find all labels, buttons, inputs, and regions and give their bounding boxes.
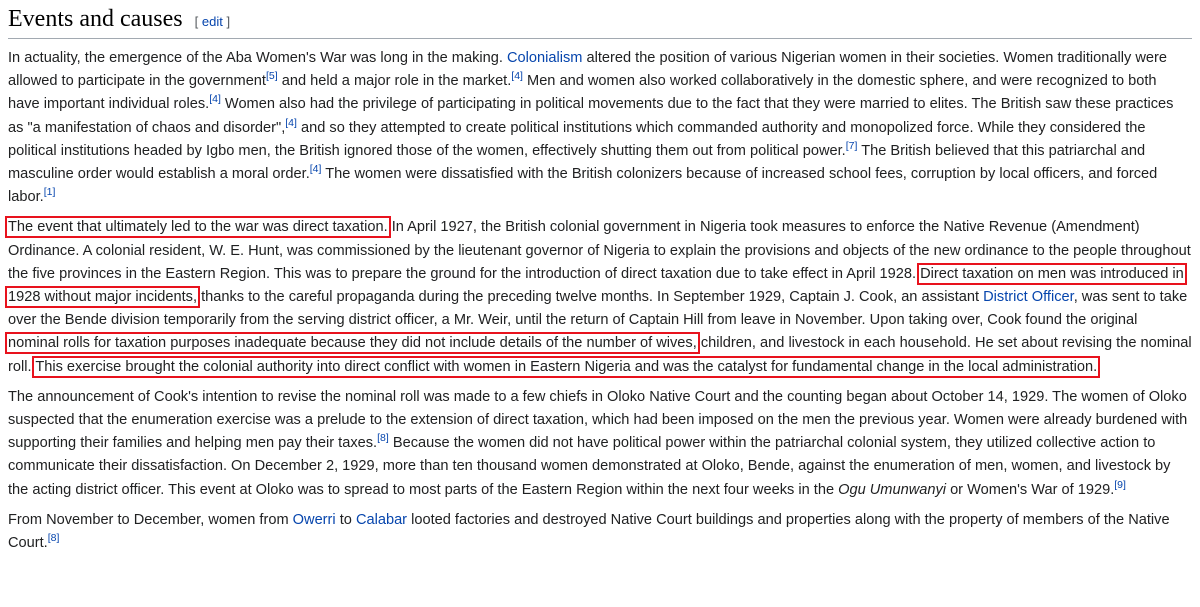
- p4-text-2: to: [335, 511, 356, 528]
- highlight-box-1: The event that ultimately led to the war…: [5, 216, 391, 239]
- paragraph-1: In actuality, the emergence of the Aba W…: [8, 47, 1192, 209]
- citation-7[interactable]: [7]: [846, 140, 858, 152]
- citation-4[interactable]: [4]: [209, 94, 221, 106]
- link-calabar[interactable]: Calabar: [356, 512, 407, 528]
- citation-9[interactable]: [9]: [1114, 479, 1126, 491]
- p2-text-2: thanks to the careful propaganda during …: [197, 289, 984, 306]
- p3-text-3: or Women's War of 1929.: [946, 481, 1115, 498]
- citation-4[interactable]: [4]: [310, 163, 322, 175]
- edit-bracket-open: [: [194, 14, 199, 29]
- edit-section: [ edit ]: [195, 14, 230, 29]
- link-colonialism[interactable]: Colonialism: [507, 50, 582, 66]
- paragraph-4: From November to December, women from Ow…: [8, 509, 1192, 555]
- citation-4[interactable]: [4]: [285, 117, 297, 129]
- paragraph-2: The event that ultimately led to the war…: [5, 216, 1192, 378]
- italic-ogu-umunwanyi: Ogu Umunwanyi: [838, 481, 947, 498]
- citation-4[interactable]: [4]: [511, 70, 523, 82]
- p1-text-3: and held a major role in the market.: [277, 73, 512, 90]
- link-district-officer[interactable]: District Officer: [983, 289, 1074, 305]
- link-owerri[interactable]: Owerri: [293, 512, 336, 528]
- section-title: Events and causes: [8, 6, 183, 32]
- citation-8[interactable]: [8]: [377, 432, 389, 444]
- p1-text-1: In actuality, the emergence of the Aba W…: [8, 50, 507, 66]
- edit-bracket-close: ]: [226, 14, 231, 29]
- section-header: Events and causes [ edit ]: [8, 2, 1192, 39]
- citation-5[interactable]: [5]: [266, 70, 278, 82]
- article-content: Events and causes [ edit ] In actuality,…: [0, 0, 1200, 555]
- p4-text-1: From November to December, women from: [8, 511, 293, 528]
- highlight-box-4: This exercise brought the colonial autho…: [32, 355, 1101, 378]
- citation-1[interactable]: [1]: [44, 186, 56, 198]
- highlight-box-3: nominal rolls for taxation purposes inad…: [5, 332, 700, 355]
- paragraph-3: The announcement of Cook's intention to …: [8, 386, 1192, 502]
- citation-8[interactable]: [8]: [48, 532, 60, 544]
- edit-link[interactable]: edit: [202, 14, 223, 29]
